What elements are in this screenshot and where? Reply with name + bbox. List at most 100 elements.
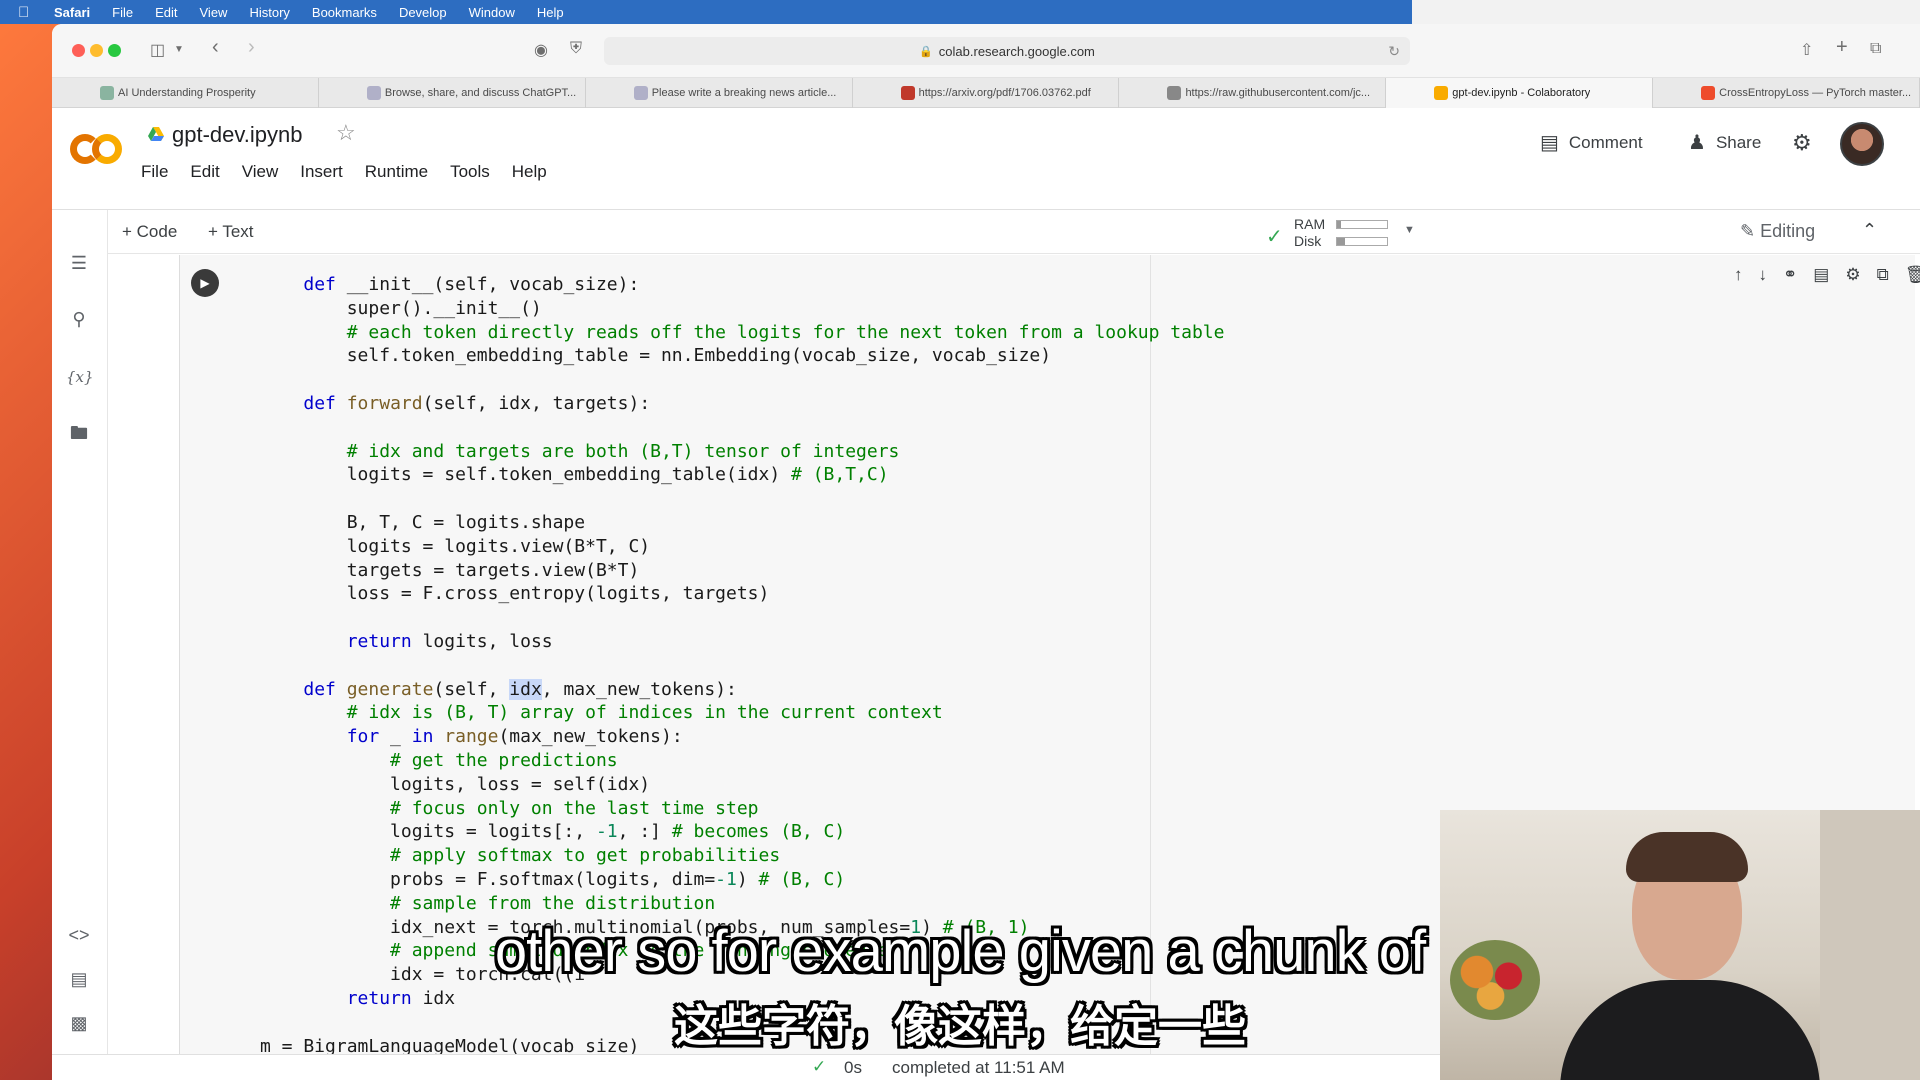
tab-label: https://raw.githubusercontent.com/jc... [1185, 87, 1371, 99]
code-line: def forward(self, idx, targets): [303, 392, 651, 414]
colab-menu-file[interactable]: File [141, 162, 168, 182]
sidebar-toggle-icon[interactable]: ◫ [150, 40, 165, 60]
close-window-button[interactable] [72, 44, 85, 57]
code-snippets-icon[interactable]: <> [66, 922, 92, 948]
menu-file[interactable]: File [112, 5, 133, 20]
back-icon[interactable]: ‹ [212, 36, 219, 59]
colab-menu-runtime[interactable]: Runtime [365, 162, 428, 182]
add-text-button[interactable]: + Text [208, 222, 254, 242]
colab-menu-edit[interactable]: Edit [190, 162, 219, 182]
background-shelf [1820, 810, 1920, 1080]
share-button[interactable]: ♟ Share [1688, 130, 1761, 155]
disk-bar [1336, 237, 1388, 246]
reload-icon[interactable]: ↻ [1388, 43, 1400, 60]
add-code-button[interactable]: + Code [122, 222, 177, 242]
tab-label: https://arxiv.org/pdf/1706.03762.pdf [918, 87, 1091, 99]
code-line: self.token_embedding_table = nn.Embeddin… [260, 345, 1052, 367]
command-palette-icon[interactable]: ▤ [66, 966, 92, 992]
zoom-window-button[interactable] [108, 44, 121, 57]
delete-icon[interactable]: 🗑 [1905, 265, 1920, 285]
favicon-icon [1167, 86, 1182, 100]
chevron-down-icon[interactable]: ▼ [174, 44, 184, 55]
comment-button[interactable]: ▤ Comment [1540, 130, 1643, 155]
menu-bookmarks[interactable]: Bookmarks [312, 5, 377, 20]
code-line: # focus only on the last time step [260, 797, 759, 819]
ram-label: RAM [1294, 216, 1326, 232]
code-line: def generate(self, idx, max_new_tokens): [303, 678, 737, 700]
collapse-header-icon[interactable]: ⌃ [1862, 220, 1877, 241]
code-line: return logits, loss [346, 630, 553, 652]
share-label: Share [1715, 132, 1762, 152]
menu-window[interactable]: Window [469, 5, 515, 20]
browser-toolbar: ◫ ▼ ‹ › ◉ ⛨ 🔒 colab.research.google.com … [52, 24, 1920, 78]
link-icon[interactable]: ⚭ [1783, 265, 1797, 285]
favicon-icon [633, 86, 648, 100]
code-line: logits = logits.view(B*T, C) [260, 535, 651, 557]
browser-tab[interactable]: AI Understanding Prosperity [52, 78, 319, 108]
subtitle-english: other so for example given a chunk of [494, 919, 1426, 984]
variables-icon[interactable]: {x} [66, 364, 94, 390]
menu-edit[interactable]: Edit [155, 5, 177, 20]
browser-tab[interactable]: gpt-dev.ipynb - Colaboratory [1386, 78, 1654, 108]
table-of-contents-icon[interactable]: ☰ [66, 250, 92, 276]
move-up-icon[interactable]: ↑ [1734, 265, 1743, 285]
apple-icon[interactable]:  [18, 4, 32, 21]
avatar[interactable] [1840, 122, 1884, 166]
browser-tab[interactable]: Browse, share, and discuss ChatGPT... [319, 78, 586, 108]
mirror-cell-icon[interactable]: ⧉ [1877, 265, 1889, 285]
cell-settings-icon[interactable]: ⚙ [1845, 265, 1860, 285]
code-line: loss = F.cross_entropy(logits, targets) [260, 583, 770, 605]
terminal-icon[interactable]: ▩ [66, 1010, 92, 1036]
folder-icon[interactable]: 🖿 [66, 420, 92, 446]
colab-menu-help[interactable]: Help [512, 162, 547, 182]
code-line: # each token directly reads off the logi… [260, 321, 1225, 343]
menu-help[interactable]: Help [537, 5, 564, 20]
browser-tab[interactable]: https://raw.githubusercontent.com/jc... [1119, 78, 1387, 108]
search-icon[interactable]: ⚲ [66, 306, 92, 332]
gear-icon[interactable]: ⚙ [1792, 130, 1812, 156]
move-down-icon[interactable]: ↓ [1759, 265, 1768, 285]
check-icon: ✓ [1266, 226, 1283, 248]
star-icon[interactable]: ☆ [336, 120, 356, 146]
subtitle-chinese: 这些字符，像这样，给定一些 [674, 1001, 1246, 1052]
menu-view[interactable]: View [200, 5, 228, 20]
colab-menu-insert[interactable]: Insert [300, 162, 343, 182]
browser-tab[interactable]: Please write a breaking news article... [586, 78, 853, 108]
run-cell-button[interactable]: ▶ [191, 269, 219, 297]
forward-icon[interactable]: › [248, 36, 255, 59]
editing-mode-button[interactable]: ✎ Editing [1740, 221, 1815, 242]
google-drive-icon [148, 127, 164, 141]
editing-label: Editing [1760, 221, 1816, 241]
menu-history[interactable]: History [249, 5, 289, 20]
menu-app-name[interactable]: Safari [54, 5, 90, 20]
code-line: logits = self.token_embedding_table(idx)… [260, 464, 889, 486]
code-line: def __init__(self, vocab_size): [303, 274, 640, 295]
code-line: # idx and targets are both (B,T) tensor … [260, 440, 900, 462]
share-icon[interactable]: ⇧ [1800, 40, 1813, 60]
code-line: # apply softmax to get probabilities [260, 845, 781, 867]
code-line: logits, loss = self(idx) [260, 773, 651, 795]
menu-develop[interactable]: Develop [399, 5, 447, 20]
address-bar[interactable]: 🔒 colab.research.google.com ↻ [604, 37, 1410, 65]
colab-menu-tools[interactable]: Tools [450, 162, 490, 182]
menu-bar-right-area [1412, 0, 1920, 24]
browser-tab[interactable]: https://arxiv.org/pdf/1706.03762.pdf [853, 78, 1120, 108]
tab-label: CrossEntropyLoss — PyTorch master... [1719, 87, 1912, 99]
code-line: # sample from the distribution [260, 892, 716, 914]
tab-overview-icon[interactable]: ⧉ [1870, 40, 1881, 58]
browser-tab[interactable]: CrossEntropyLoss — PyTorch master... [1653, 78, 1920, 108]
people-icon: ♟ [1688, 132, 1706, 154]
colab-logo[interactable] [70, 134, 124, 166]
colab-menu-view[interactable]: View [242, 162, 279, 182]
comment-cell-icon[interactable]: ▤ [1813, 265, 1829, 285]
code-line: logits = logits[:, -1, :] # becomes (B, … [260, 821, 846, 843]
notebook-title[interactable]: gpt-dev.ipynb [172, 122, 302, 148]
minimize-window-button[interactable] [90, 44, 103, 57]
privacy-icon[interactable]: ◉ [534, 40, 548, 60]
shield-icon[interactable]: ⛨ [570, 40, 582, 58]
new-tab-icon[interactable]: + [1836, 36, 1848, 59]
chevron-down-icon[interactable]: ▼ [1404, 224, 1415, 236]
cell-toolbar: ↑ ↓ ⚭ ▤ ⚙ ⧉ 🗑 ⋮ [1734, 265, 1920, 285]
